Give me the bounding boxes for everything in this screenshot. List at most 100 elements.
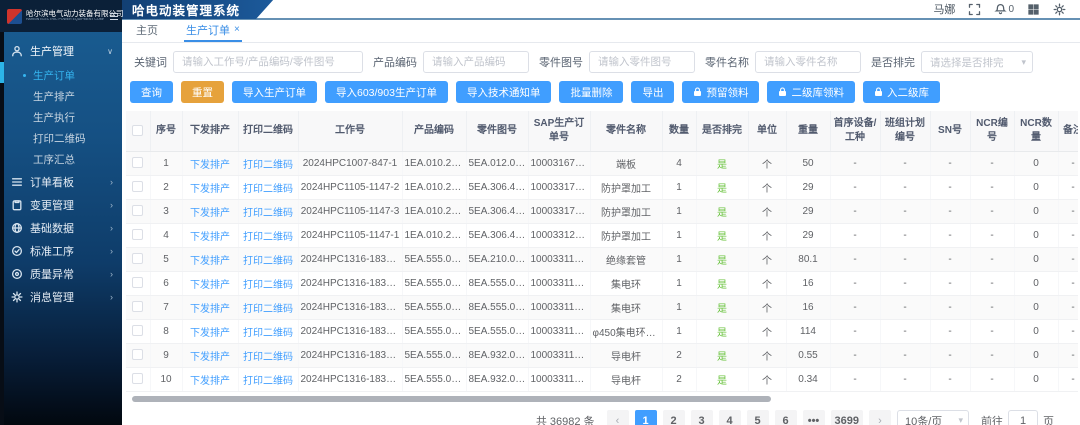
- cell-scheduled: 是: [696, 271, 748, 295]
- cell-part-name: 集电环: [590, 295, 662, 319]
- reset-button[interactable]: 重置: [181, 81, 224, 103]
- import-tech-notice-button[interactable]: 导入技术通知单: [456, 81, 552, 103]
- dispatch-link[interactable]: 下发排产: [190, 256, 230, 267]
- notification-bell-icon[interactable]: 0: [994, 3, 1014, 16]
- part-name-input[interactable]: [755, 51, 861, 73]
- sidebar-toggle-icon[interactable]: [110, 13, 118, 20]
- sidebar-item-standard-process[interactable]: 标准工序 ›: [0, 239, 122, 262]
- sidebar-item-production-execution[interactable]: 生产执行: [0, 107, 122, 128]
- prev-page-icon[interactable]: ‹: [607, 410, 629, 425]
- sidebar-item-production-order[interactable]: 生产订单: [0, 65, 122, 86]
- row-checkbox[interactable]: [132, 373, 143, 384]
- page-size-select[interactable]: 10条/页 ▾: [897, 410, 969, 425]
- row-checkbox[interactable]: [132, 277, 143, 288]
- row-checkbox[interactable]: [132, 229, 143, 240]
- dispatch-link[interactable]: 下发排产: [190, 304, 230, 315]
- print-qrcode-link[interactable]: 打印二维码: [243, 208, 293, 219]
- chevron-down-icon: ∨: [107, 47, 113, 56]
- close-icon[interactable]: ×: [234, 25, 240, 35]
- print-qrcode-link[interactable]: 打印二维码: [243, 352, 293, 363]
- dispatch-link[interactable]: 下发排产: [190, 280, 230, 291]
- cell-ncr-no: -: [970, 247, 1014, 271]
- page-number[interactable]: 1: [635, 410, 657, 425]
- fullscreen-icon[interactable]: [968, 3, 981, 16]
- sidebar-group-production[interactable]: 生产管理 ∨: [0, 37, 122, 65]
- cell-scheduled: 是: [696, 295, 748, 319]
- goto-page-input[interactable]: [1008, 410, 1038, 425]
- row-checkbox[interactable]: [132, 349, 143, 360]
- company-name-en: HARBIN ELECTRIC POWER EQUIPMENT COMPANY …: [26, 18, 104, 22]
- sidebar-item-order-board[interactable]: 订单看板 ›: [0, 170, 122, 193]
- select-all-checkbox[interactable]: [132, 125, 143, 136]
- print-qrcode-link[interactable]: 打印二维码: [243, 280, 293, 291]
- user-name[interactable]: 马娜: [933, 1, 955, 17]
- print-qrcode-link[interactable]: 打印二维码: [243, 184, 293, 195]
- page-number[interactable]: 3699: [831, 410, 863, 425]
- reserve-pick-button[interactable]: 预留领料: [682, 81, 759, 103]
- apps-grid-icon[interactable]: [1027, 3, 1040, 16]
- sidebar-item-quality-exception[interactable]: 质量异常 ›: [0, 262, 122, 285]
- import-order-button[interactable]: 导入生产订单: [232, 81, 317, 103]
- column-header: 零件图号: [466, 111, 528, 151]
- page-number[interactable]: •••: [803, 410, 825, 425]
- dispatch-link[interactable]: 下发排产: [190, 376, 230, 387]
- cell-sn: -: [930, 247, 970, 271]
- row-checkbox[interactable]: [132, 325, 143, 336]
- logo-block: 哈尔滨电气动力装备有限公司 HARBIN ELECTRIC POWER EQUI…: [0, 0, 122, 32]
- dispatch-link[interactable]: 下发排产: [190, 352, 230, 363]
- dispatch-link[interactable]: 下发排产: [190, 184, 230, 195]
- page-number[interactable]: 5: [747, 410, 769, 425]
- cell-part-name: 防护罩加工: [590, 175, 662, 199]
- cell-sn: -: [930, 367, 970, 391]
- next-page-icon[interactable]: ›: [869, 410, 891, 425]
- cell-seq: 8: [150, 319, 182, 343]
- print-qrcode-link[interactable]: 打印二维码: [243, 160, 293, 171]
- print-qrcode-link[interactable]: 打印二维码: [243, 328, 293, 339]
- lock-icon: [778, 87, 787, 97]
- page-number[interactable]: 6: [775, 410, 797, 425]
- l2-pick-button[interactable]: 二级库领料: [767, 81, 855, 103]
- cell-ncr-qty: 0: [1014, 319, 1058, 343]
- cell-job-no: 2024HPC1316-1833-2: [298, 343, 402, 367]
- search-button[interactable]: 查询: [130, 81, 173, 103]
- product-code-input[interactable]: [423, 51, 529, 73]
- print-qrcode-link[interactable]: 打印二维码: [243, 376, 293, 387]
- part-no-input[interactable]: [589, 51, 695, 73]
- dispatch-link[interactable]: 下发排产: [190, 160, 230, 171]
- column-header: 下发排产: [182, 111, 238, 151]
- row-checkbox[interactable]: [132, 205, 143, 216]
- page-number[interactable]: 2: [663, 410, 685, 425]
- export-button[interactable]: 导出: [631, 81, 674, 103]
- scheduled-select[interactable]: 请选择是否排完 ▾: [921, 51, 1033, 73]
- print-qrcode-link[interactable]: 打印二维码: [243, 304, 293, 315]
- sidebar-item-print-qrcode[interactable]: 打印二维码: [0, 128, 122, 149]
- sidebar-item-message-management[interactable]: 消息管理 ›: [0, 285, 122, 308]
- keyword-input[interactable]: [173, 51, 363, 73]
- tab-home[interactable]: 主页: [134, 19, 160, 42]
- dispatch-link[interactable]: 下发排产: [190, 232, 230, 243]
- row-checkbox[interactable]: [132, 301, 143, 312]
- sidebar-item-process-summary[interactable]: 工序汇总: [0, 149, 122, 170]
- settings-gear-icon[interactable]: [1053, 3, 1066, 16]
- sidebar-item-base-data[interactable]: 基础数据 ›: [0, 216, 122, 239]
- tab-production-order[interactable]: 生产订单 ×: [184, 19, 242, 42]
- page-number[interactable]: 4: [719, 410, 741, 425]
- dispatch-link[interactable]: 下发排产: [190, 328, 230, 339]
- dispatch-link[interactable]: 下发排产: [190, 208, 230, 219]
- cell-seq: 1: [150, 151, 182, 175]
- cell-ncr-qty: 0: [1014, 175, 1058, 199]
- print-qrcode-link[interactable]: 打印二维码: [243, 232, 293, 243]
- sidebar-item-production-scheduling[interactable]: 生产排产: [0, 86, 122, 107]
- row-checkbox[interactable]: [132, 181, 143, 192]
- l2-in-button[interactable]: 入二级库: [863, 81, 940, 103]
- sidebar-item-change-management[interactable]: 变更管理 ›: [0, 193, 122, 216]
- batch-delete-button[interactable]: 批量删除: [559, 81, 623, 103]
- page-number[interactable]: 3: [691, 410, 713, 425]
- scrollbar-thumb[interactable]: [132, 396, 771, 402]
- print-qrcode-link[interactable]: 打印二维码: [243, 256, 293, 267]
- import-603-button[interactable]: 导入603/903生产订单: [325, 81, 448, 103]
- cell-weight: 29: [786, 175, 830, 199]
- row-checkbox[interactable]: [132, 157, 143, 168]
- cell-unit: 个: [748, 367, 786, 391]
- row-checkbox[interactable]: [132, 253, 143, 264]
